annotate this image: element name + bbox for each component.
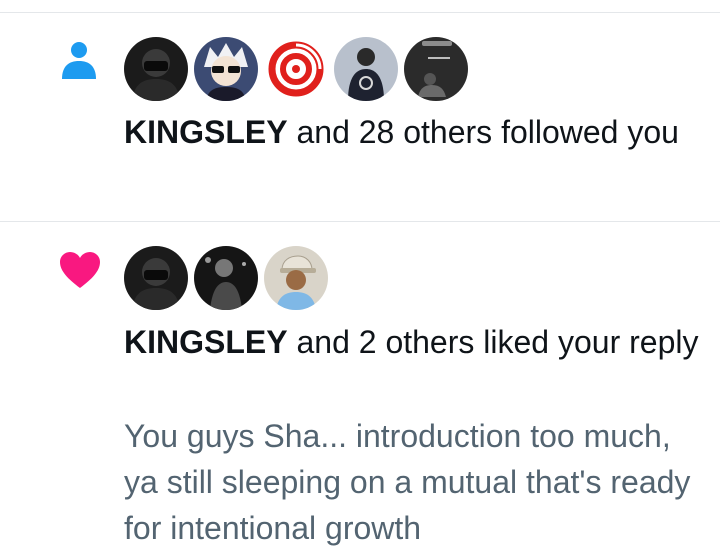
avatar-cap-person[interactable]: [264, 246, 328, 310]
heart-icon: [58, 250, 102, 295]
avatar-red-swirl[interactable]: [264, 37, 328, 101]
follow-notification-text: KINGSLEY and 28 others followed you: [124, 109, 699, 155]
avatar-dark-scene[interactable]: [404, 37, 468, 101]
like-notification[interactable]: KINGSLEY and 2 others liked your reply Y…: [0, 222, 720, 546]
quoted-reply-text[interactable]: You guys Sha... introduction too much, y…: [124, 413, 704, 551]
action-text: and 28 others followed you: [287, 114, 679, 150]
avatar-dark-masked[interactable]: [124, 37, 188, 101]
follow-notification[interactable]: KINGSLEY and 28 others followed you: [0, 13, 720, 221]
liker-avatars: [124, 246, 328, 310]
actor-name[interactable]: KINGSLEY: [124, 114, 288, 150]
action-text: and 2 others liked your reply: [287, 324, 699, 360]
avatar-anime-sunglasses[interactable]: [194, 37, 258, 101]
avatar-dark-masked[interactable]: [124, 246, 188, 310]
follower-avatars: [124, 37, 468, 101]
avatar-dark-photo[interactable]: [194, 246, 258, 310]
actor-name[interactable]: KINGSLEY: [124, 324, 288, 360]
like-notification-text: KINGSLEY and 2 others liked your reply: [124, 319, 699, 365]
avatar-person-dark-hoodie[interactable]: [334, 37, 398, 101]
person-icon: [58, 39, 100, 86]
